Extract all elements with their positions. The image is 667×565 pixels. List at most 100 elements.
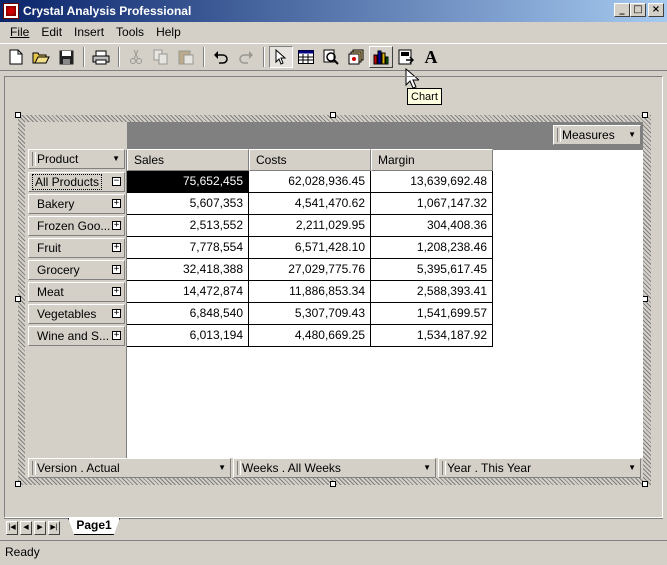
expand-icon[interactable]: + — [112, 331, 121, 340]
redo-icon[interactable] — [234, 46, 258, 68]
cut-icon[interactable] — [124, 46, 148, 68]
data-cell[interactable]: 1,067,147.32 — [371, 193, 493, 215]
expand-icon[interactable]: + — [112, 221, 121, 230]
data-cell[interactable]: 14,472,874 — [127, 281, 249, 303]
slicer-band: Version . Actual ▼ Weeks . All Weeks ▼ Yea… — [25, 458, 643, 478]
data-cell[interactable]: 304,408.36 — [371, 215, 493, 237]
analysis-grid[interactable]: Measures ▼ Product ▼ All Products − Bakery +… — [25, 122, 643, 478]
save-icon[interactable] — [54, 46, 78, 68]
data-cell[interactable]: 5,395,617.45 — [371, 259, 493, 281]
slice-icon[interactable] — [344, 46, 368, 68]
resize-handle-tl[interactable] — [15, 112, 21, 118]
row-header-all-products[interactable]: All Products − — [28, 172, 125, 192]
menu-tools[interactable]: Tools — [110, 25, 150, 39]
resize-handle-br[interactable] — [642, 481, 648, 487]
data-cell[interactable]: 6,848,540 — [127, 303, 249, 325]
row-header-wine-and-spirits[interactable]: Wine and S... + — [28, 326, 125, 346]
row-header-frozen-goods[interactable]: Frozen Goo... + — [28, 216, 125, 236]
resize-handle-b[interactable] — [330, 481, 336, 487]
data-cell[interactable]: 6,013,194 — [127, 325, 249, 347]
data-cell[interactable]: 2,588,393.41 — [371, 281, 493, 303]
chart-icon[interactable] — [369, 46, 393, 68]
next-page-icon[interactable]: ▶ — [34, 521, 46, 535]
expand-icon[interactable]: + — [112, 309, 121, 318]
column-header-margin[interactable]: Margin — [371, 149, 493, 171]
data-cell[interactable]: 13,639,692.48 — [371, 171, 493, 193]
data-cell[interactable]: 7,778,554 — [127, 237, 249, 259]
row-header-meat[interactable]: Meat + — [28, 282, 125, 302]
menu-help[interactable]: Help — [150, 25, 187, 39]
data-cell[interactable]: 2,513,552 — [127, 215, 249, 237]
menu-bar: File Edit Insert Tools Help — [0, 22, 667, 42]
data-cell[interactable]: 32,418,388 — [127, 259, 249, 281]
select-pointer-icon[interactable] — [269, 46, 293, 68]
data-cell[interactable]: 5,607,353 — [127, 193, 249, 215]
weeks-slicer-dropdown[interactable]: Weeks . All Weeks ▼ — [233, 458, 436, 478]
row-header-vegetables[interactable]: Vegetables + — [28, 304, 125, 324]
version-slicer-dropdown[interactable]: Version . Actual ▼ — [28, 458, 231, 478]
prev-page-icon[interactable]: ◀ — [20, 521, 32, 535]
expand-icon[interactable]: + — [112, 199, 121, 208]
data-cell[interactable]: 1,534,187.92 — [371, 325, 493, 347]
minimize-button[interactable]: _ — [614, 3, 630, 17]
column-header-costs[interactable]: Costs — [249, 149, 371, 171]
resize-handle-bl[interactable] — [15, 481, 21, 487]
expand-icon[interactable]: + — [112, 243, 121, 252]
data-cell[interactable]: 4,480,669.25 — [249, 325, 371, 347]
measures-dropdown[interactable]: Measures ▼ — [553, 125, 641, 145]
row-header-fruit[interactable]: Fruit + — [28, 238, 125, 258]
text-icon[interactable]: A — [419, 46, 443, 68]
open-icon[interactable] — [29, 46, 53, 68]
resize-handle-l[interactable] — [15, 296, 21, 302]
data-cell[interactable]: 4,541,470.62 — [249, 193, 371, 215]
app-icon[interactable] — [3, 3, 19, 19]
row-header-area: Product ▼ All Products − Bakery + Frozen Go… — [25, 149, 127, 458]
paste-icon[interactable] — [174, 46, 198, 68]
toolbar-separator — [118, 47, 120, 67]
expand-icon[interactable]: + — [112, 287, 121, 296]
toolbar-separator — [83, 47, 85, 67]
menu-edit[interactable]: Edit — [35, 25, 68, 39]
data-cell[interactable]: 75,652,455 — [127, 171, 249, 193]
data-cell[interactable]: 5,307,709.43 — [249, 303, 371, 325]
data-cell[interactable]: 2,211,029.95 — [249, 215, 371, 237]
status-bar: Ready — [0, 540, 667, 565]
data-cell[interactable]: 1,208,238.46 — [371, 237, 493, 259]
window-title: Crystal Analysis Professional — [23, 4, 192, 18]
data-cell[interactable]: 11,886,853.34 — [249, 281, 371, 303]
menu-insert[interactable]: Insert — [68, 25, 110, 39]
undo-icon[interactable] — [209, 46, 233, 68]
title-bar: Crystal Analysis Professional _ □ × — [0, 0, 667, 22]
sheet-tab-bar: |◀ ◀ ▶ ▶| Page1 — [4, 518, 663, 538]
tab-page1[interactable]: Page1 — [68, 518, 120, 535]
data-cell[interactable]: 6,571,428.10 — [249, 237, 371, 259]
expand-icon[interactable]: + — [112, 265, 121, 274]
toolbar-separator — [203, 47, 205, 67]
toolbar-separator — [263, 47, 265, 67]
row-header-bakery[interactable]: Bakery + — [28, 194, 125, 214]
data-cell[interactable]: 62,028,936.45 — [249, 171, 371, 193]
last-page-icon[interactable]: ▶| — [48, 521, 60, 535]
close-button[interactable]: × — [648, 3, 664, 17]
grid-icon[interactable] — [294, 46, 318, 68]
resize-handle-tr[interactable] — [642, 112, 648, 118]
menu-file[interactable]: File — [4, 25, 35, 39]
first-page-icon[interactable]: |◀ — [6, 521, 18, 535]
resize-handle-t[interactable] — [330, 112, 336, 118]
analyze-icon[interactable] — [319, 46, 343, 68]
copy-icon[interactable] — [149, 46, 173, 68]
collapse-icon[interactable]: − — [112, 177, 121, 186]
status-text: Ready — [5, 545, 40, 559]
maximize-button[interactable]: □ — [630, 3, 646, 17]
data-cell[interactable]: 27,029,775.76 — [249, 259, 371, 281]
print-icon[interactable] — [89, 46, 113, 68]
toolbar: A — [0, 43, 667, 71]
product-dimension-dropdown[interactable]: Product ▼ — [28, 149, 125, 169]
row-header-grocery[interactable]: Grocery + — [28, 260, 125, 280]
year-slicer-dropdown[interactable]: Year . This Year ▼ — [438, 458, 641, 478]
data-cell[interactable]: 1,541,699.57 — [371, 303, 493, 325]
export-icon[interactable] — [394, 46, 418, 68]
new-icon[interactable] — [4, 46, 28, 68]
column-header-sales[interactable]: Sales — [127, 149, 249, 171]
column-dimension-band: Measures ▼ — [25, 122, 643, 150]
